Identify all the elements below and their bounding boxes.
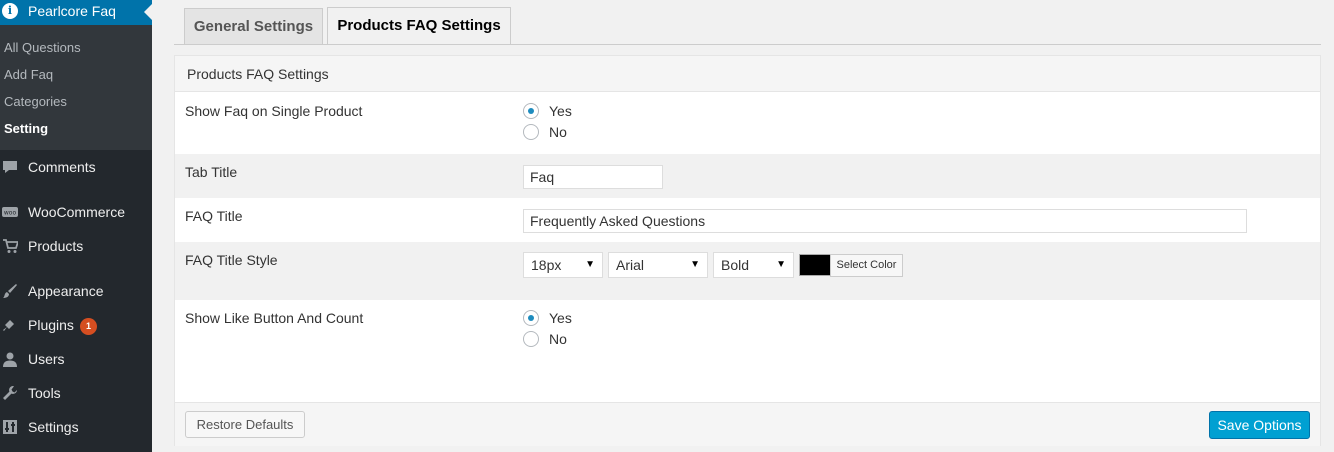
menu-settings-label: Settings bbox=[28, 419, 79, 435]
show-like-no-radio[interactable] bbox=[523, 331, 539, 347]
panel-title: Products FAQ Settings bbox=[187, 66, 329, 82]
comment-icon bbox=[2, 159, 18, 175]
show-faq-yes-radio[interactable] bbox=[523, 103, 539, 119]
font-size-value: 18px bbox=[531, 257, 562, 273]
show-faq-no-label: No bbox=[549, 124, 567, 140]
show-like-yes-radio[interactable] bbox=[523, 310, 539, 326]
row-faq-title: FAQ Title Frequently Asked Questions bbox=[175, 198, 1320, 242]
woocommerce-icon: woo bbox=[2, 204, 18, 220]
menu-settings[interactable]: Settings bbox=[0, 413, 152, 443]
faq-title-input[interactable]: Frequently Asked Questions bbox=[523, 209, 1247, 233]
user-icon bbox=[2, 351, 18, 367]
row-show-faq: Show Faq on Single Product Yes No bbox=[175, 93, 1320, 154]
show-faq-no-radio[interactable] bbox=[523, 124, 539, 140]
menu-woocommerce-label: WooCommerce bbox=[28, 204, 125, 220]
menu-pearlcore-faq-label: Pearlcore Faq bbox=[28, 3, 116, 19]
info-icon: i bbox=[2, 3, 18, 19]
panel-header: Products FAQ Settings bbox=[175, 56, 1320, 92]
wrench-icon bbox=[2, 385, 18, 401]
settings-panel: Products FAQ Settings Show Faq on Single… bbox=[174, 55, 1321, 446]
current-menu-arrow bbox=[144, 4, 152, 20]
row-faq-title-style: FAQ Title Style 18px ▼ Arial ▼ Bold ▼ Se… bbox=[175, 242, 1320, 300]
faq-submenu: All Questions Add Faq Categories Setting bbox=[0, 25, 152, 150]
menu-pearlcore-faq[interactable]: i Pearlcore Faq bbox=[0, 0, 152, 25]
plugin-icon bbox=[2, 317, 18, 333]
show-like-no-label: No bbox=[549, 331, 567, 347]
menu-woocommerce[interactable]: woo WooCommerce bbox=[0, 198, 152, 228]
menu-products-label: Products bbox=[28, 238, 84, 254]
tab-title-input[interactable]: Faq bbox=[523, 165, 663, 189]
tab-products-faq-settings[interactable]: Products FAQ Settings bbox=[327, 7, 511, 45]
admin-sidebar: i Pearlcore Faq All Questions Add Faq Ca… bbox=[0, 0, 152, 452]
row-show-like: Show Like Button And Count Yes No bbox=[175, 300, 1320, 362]
font-size-select[interactable]: 18px ▼ bbox=[523, 252, 603, 278]
row-tab-title: Tab Title Faq bbox=[175, 154, 1320, 198]
menu-products[interactable]: Products bbox=[0, 232, 152, 262]
faq-title-label: FAQ Title bbox=[185, 208, 243, 224]
settings-icon bbox=[2, 419, 18, 435]
font-family-value: Arial bbox=[616, 257, 645, 273]
submenu-setting[interactable]: Setting bbox=[4, 121, 48, 136]
chevron-down-icon: ▼ bbox=[776, 259, 786, 270]
menu-users-label: Users bbox=[28, 351, 65, 367]
color-swatch[interactable] bbox=[799, 254, 831, 276]
menu-users[interactable]: Users bbox=[0, 345, 152, 375]
show-like-label: Show Like Button And Count bbox=[185, 310, 364, 326]
submenu-add-faq[interactable]: Add Faq bbox=[4, 67, 53, 82]
menu-comments[interactable]: Comments bbox=[0, 153, 152, 183]
menu-comments-label: Comments bbox=[28, 159, 96, 175]
menu-plugins[interactable]: Plugins 1 bbox=[0, 311, 152, 341]
menu-plugins-label: Plugins bbox=[28, 317, 74, 333]
show-like-yes-label: Yes bbox=[549, 310, 572, 326]
cart-icon bbox=[2, 238, 20, 254]
faq-title-style-label: FAQ Title Style bbox=[185, 252, 278, 268]
brush-icon bbox=[2, 283, 18, 299]
panel-footer: Restore Defaults Save Options bbox=[175, 402, 1320, 446]
select-color-button[interactable]: Select Color bbox=[830, 254, 903, 277]
tab-divider bbox=[174, 44, 1321, 45]
font-weight-value: Bold bbox=[721, 257, 750, 273]
chevron-down-icon: ▼ bbox=[690, 259, 700, 270]
svg-text:woo: woo bbox=[4, 210, 17, 217]
menu-appearance[interactable]: Appearance bbox=[0, 277, 152, 307]
menu-tools-label: Tools bbox=[28, 385, 61, 401]
menu-tools[interactable]: Tools bbox=[0, 379, 152, 409]
menu-appearance-label: Appearance bbox=[28, 283, 104, 299]
save-options-button[interactable]: Save Options bbox=[1209, 411, 1310, 439]
submenu-categories[interactable]: Categories bbox=[4, 94, 67, 109]
submenu-all-questions[interactable]: All Questions bbox=[4, 40, 81, 55]
tab-title-label: Tab Title bbox=[185, 164, 238, 180]
plugins-update-badge: 1 bbox=[80, 318, 97, 335]
tab-general-settings[interactable]: General Settings bbox=[184, 8, 323, 45]
chevron-down-icon: ▼ bbox=[585, 259, 595, 270]
font-family-select[interactable]: Arial ▼ bbox=[608, 252, 708, 278]
font-weight-select[interactable]: Bold ▼ bbox=[713, 252, 794, 278]
show-faq-label: Show Faq on Single Product bbox=[185, 103, 363, 119]
restore-defaults-button[interactable]: Restore Defaults bbox=[185, 411, 305, 438]
show-faq-yes-label: Yes bbox=[549, 103, 572, 119]
